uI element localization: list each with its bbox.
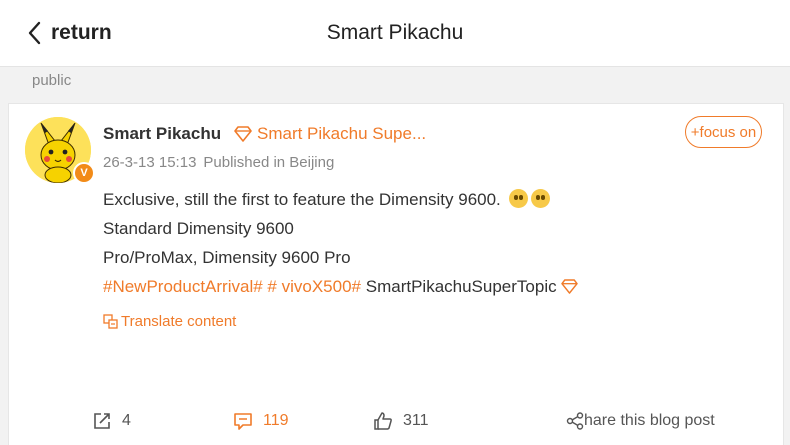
hashtag-link[interactable]: # vivoX500# [267, 277, 361, 296]
post-hashtag-line: #NewProductArrival# # vivoX500# SmartPik… [103, 277, 579, 297]
translate-icon [103, 314, 118, 329]
emoji-icon [508, 189, 528, 208]
like-button[interactable]: 311 [373, 409, 429, 433]
supertopic-text-link[interactable]: SmartPikachuSuperTopic [366, 277, 557, 296]
post-text-line: Standard Dimensity 9600 [103, 219, 294, 238]
share-blog-label: hare this blog post [584, 412, 715, 429]
translate-label: Translate content [121, 313, 237, 330]
like-count: 311 [403, 412, 429, 429]
hashtag-link[interactable]: #NewProductArrival# [103, 277, 263, 296]
visibility-label: public [32, 72, 72, 89]
thumbs-up-icon [374, 412, 392, 430]
supertopic-link[interactable]: Smart Pikachu Supe... [257, 124, 426, 144]
diamond-icon [561, 279, 579, 294]
top-bar: return Smart Pikachu [0, 0, 790, 67]
diamond-icon [234, 126, 252, 142]
comment-icon [234, 413, 252, 430]
emoji-icon [530, 189, 550, 208]
post-meta: 26-3-13 15:13 Published in Beijing [103, 154, 334, 171]
repost-icon [94, 413, 110, 429]
author-name[interactable]: Smart Pikachu [103, 124, 221, 144]
post-location: Published in Beijing [203, 154, 335, 171]
translate-button[interactable]: Translate content [103, 313, 236, 330]
post-text-line: Exclusive, still the first to feature th… [103, 189, 550, 210]
post-text: Exclusive, still the first to feature th… [103, 190, 501, 209]
share-icon [566, 412, 584, 430]
verified-badge: V [73, 162, 95, 184]
repost-button[interactable]: 4 [92, 409, 131, 433]
repost-count: 4 [122, 412, 131, 429]
comment-count: 119 [263, 412, 289, 429]
page-title: Smart Pikachu [326, 21, 464, 44]
post-timestamp: 26-3-13 15:13 [103, 154, 197, 171]
share-blog-button[interactable]: hare this blog post [566, 409, 715, 433]
comment-button[interactable]: 119 [233, 409, 289, 433]
post-text-line: Pro/ProMax, Dimensity 9600 Pro [103, 248, 351, 267]
follow-button[interactable]: +focus on [685, 116, 762, 148]
